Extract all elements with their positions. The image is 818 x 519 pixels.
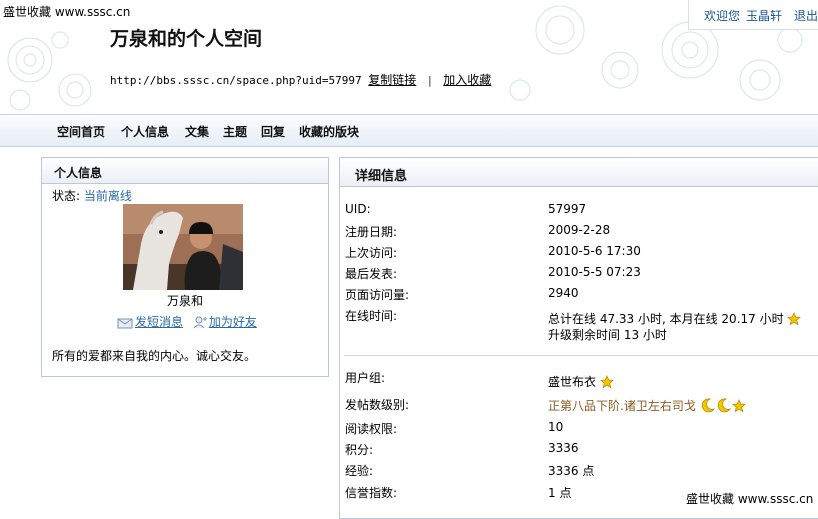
space-url-line: http://bbs.sssc.cn/space.php?uid=57997 复… <box>110 71 491 88</box>
user-group-name: 盛世布衣 <box>548 375 597 389</box>
nav-favorite-boards[interactable]: 收藏的版块 <box>299 123 359 140</box>
nav-topics[interactable]: 主题 <box>223 123 247 140</box>
moon-icon <box>716 397 732 416</box>
online-time-upgrade: 升级剩余时间 13 小时 <box>548 328 667 342</box>
nav-space-home[interactable]: 空间首页 <box>57 123 105 140</box>
avatar-photo <box>123 204 243 290</box>
detail-value: 2009-2-28 <box>548 223 611 237</box>
profile-panel-title: 个人信息 <box>54 166 103 180</box>
detail-value: 3336 <box>548 441 579 455</box>
detail-key: 经验: <box>345 464 374 478</box>
detail-key: 页面访问量: <box>345 288 410 302</box>
detail-key: 上次访问: <box>345 246 398 260</box>
nav-replies[interactable]: 回复 <box>261 123 285 140</box>
copy-link-button[interactable]: 复制链接 <box>368 73 416 87</box>
section-divider <box>344 355 818 356</box>
profile-motto: 所有的爱都来自我的内心。诚心交友。 <box>52 349 257 363</box>
welcome-text: 欢迎您 <box>704 9 741 23</box>
detail-key: 在线时间: <box>345 309 398 323</box>
detail-value: 3336 点 <box>548 464 595 478</box>
nav-articles[interactable]: 文集 <box>185 123 209 140</box>
profile-panel-header: 个人信息 <box>42 158 328 184</box>
message-icon <box>117 317 133 332</box>
nav-profile[interactable]: 个人信息 <box>121 123 169 140</box>
status-value: 当前离线 <box>83 189 132 203</box>
watermark-top: 盛世收藏 www.sssc.cn <box>3 5 131 19</box>
detail-value: 正第八品下阶.诸卫左右司戈 <box>548 397 746 416</box>
avatar <box>123 204 243 290</box>
detail-key: 发帖数级别: <box>345 398 410 412</box>
detail-value: 2010-5-5 07:23 <box>548 265 641 279</box>
detail-key: 用户组: <box>345 371 386 385</box>
profile-actions: 发短消息 加为好友 <box>117 313 257 332</box>
detail-key: UID: <box>345 202 371 216</box>
logout-link[interactable]: 退出 <box>794 7 818 24</box>
detail-value: 1 点 <box>548 486 572 500</box>
detail-value: 盛世布衣 <box>548 373 614 392</box>
star-icon <box>599 375 614 392</box>
space-header: 盛世收藏 www.sssc.cn 万泉和的个人空间 http://bbs.sss… <box>0 0 818 114</box>
detail-value: 10 <box>548 420 564 434</box>
status-label: 状态: <box>52 189 81 203</box>
detail-key: 注册日期: <box>345 225 398 239</box>
watermark-bottom: 盛世收藏 www.sssc.cn <box>686 490 814 507</box>
space-nav: 空间首页 个人信息 文集 主题 回复 收藏的版块 <box>0 114 818 147</box>
add-friend-link[interactable]: 加为好友 <box>209 315 257 329</box>
post-rank-title: 正第八品下阶.诸卫左右司戈 <box>548 399 696 413</box>
details-panel-header: 详细信息 <box>340 158 818 187</box>
moon-icon <box>700 397 716 416</box>
current-user-link[interactable]: 玉晶轩 <box>746 7 782 24</box>
add-friend-icon <box>193 316 207 332</box>
detail-value: 2940 <box>548 286 579 300</box>
profile-name: 万泉和 <box>166 294 203 308</box>
page-title: 万泉和的个人空间 <box>110 28 263 50</box>
online-time-total: 总计在线 47.33 小时, 本月在线 20.17 小时 <box>548 312 784 326</box>
send-message-link[interactable]: 发短消息 <box>135 315 183 329</box>
star-icon <box>787 312 802 329</box>
add-favorite-button[interactable]: 加入收藏 <box>443 73 491 87</box>
user-bar: 欢迎您 玉晶轩 退出 <box>688 0 818 30</box>
status-line: 状态: 当前离线 <box>52 187 132 204</box>
space-url: http://bbs.sssc.cn/space.php?uid=57997 <box>110 74 362 87</box>
star-icon <box>731 399 746 416</box>
detail-value: 57997 <box>548 202 587 216</box>
details-panel-title: 详细信息 <box>355 169 408 184</box>
details-panel: 详细信息 UID: 57997 注册日期: 2009-2-28 上次访问: 20… <box>339 157 818 519</box>
profile-panel: 个人信息 状态: 当前离线 万泉和 发短消息 加为好友 所有的爱都来自我的内心。… <box>41 157 329 377</box>
detail-key: 信誉指数: <box>345 486 398 500</box>
detail-key: 阅读权限: <box>345 422 398 436</box>
detail-key: 最后发表: <box>345 267 398 281</box>
detail-key: 积分: <box>345 443 374 457</box>
detail-value: 2010-5-6 17:30 <box>548 244 641 258</box>
link-separator: | <box>427 74 432 87</box>
